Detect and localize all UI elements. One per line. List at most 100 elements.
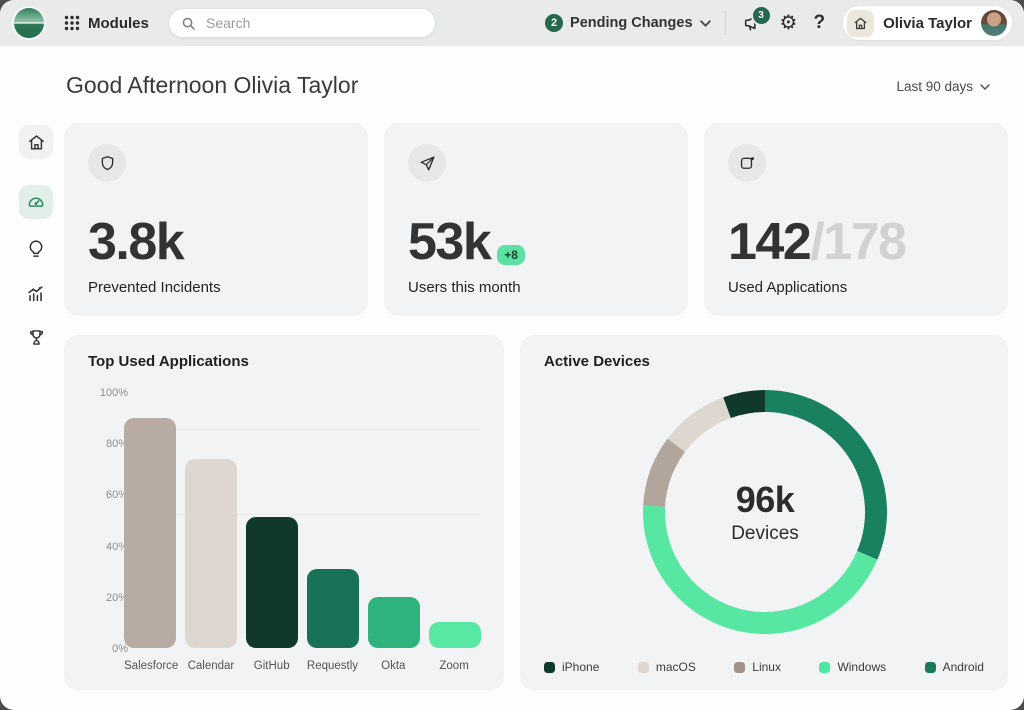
gear-icon: ⚙ — [780, 13, 798, 33]
chevron-down-icon — [700, 20, 711, 27]
bar-okta — [368, 597, 420, 648]
x-tick-label: Okta — [367, 660, 419, 672]
stat-card-used-applications: 142 /178 Used Applications — [704, 123, 1008, 316]
legend-swatch — [734, 662, 745, 673]
user-name: Olivia Taylor — [883, 15, 972, 32]
bar-chart: 0%20%40%60%80%100% — [88, 392, 480, 648]
home-chip-icon — [847, 10, 874, 37]
bar-column — [124, 418, 176, 648]
topbar-divider — [725, 11, 726, 35]
legend-item-linux: Linux — [734, 660, 781, 674]
modules-button[interactable]: Modules — [64, 15, 149, 32]
legend-swatch — [925, 662, 936, 673]
help-button[interactable]: ? — [813, 12, 825, 34]
topbar: Modules 2 Pending Changes — [0, 0, 1024, 46]
user-menu[interactable]: Olivia Taylor — [843, 6, 1012, 40]
sidebar-item-home[interactable] — [19, 125, 53, 159]
top-used-applications-panel: Top Used Applications 0%20%40%60%80%100%… — [64, 335, 504, 690]
legend-label: iPhone — [562, 660, 599, 674]
stat-label: Used Applications — [728, 279, 984, 296]
bar-column — [368, 597, 420, 648]
bar-requestly — [307, 569, 359, 648]
sidebar-item-analytics[interactable] — [21, 279, 51, 307]
donut-segment-iphone — [727, 401, 765, 408]
settings-button[interactable]: ⚙ — [780, 13, 798, 33]
bar-salesforce — [124, 418, 176, 648]
page-title: Good Afternoon Olivia Taylor — [66, 72, 358, 99]
donut-center: 96k Devices — [731, 479, 799, 545]
apps-icon — [728, 144, 766, 182]
legend-swatch — [638, 662, 649, 673]
search-icon — [181, 16, 196, 31]
announcements-button[interactable]: 3 — [742, 12, 764, 34]
donut-segment-linux — [654, 445, 676, 506]
donut-value: 96k — [731, 479, 799, 521]
bar-column — [246, 517, 298, 648]
bar-column — [185, 459, 237, 648]
pending-changes-label: Pending Changes — [570, 15, 692, 31]
pending-changes-dropdown[interactable]: 2 Pending Changes — [545, 14, 710, 32]
modules-label: Modules — [88, 15, 149, 32]
panel-title: Top Used Applications — [88, 353, 480, 370]
notification-count-badge: 3 — [751, 5, 772, 26]
x-tick-label: Zoom — [428, 660, 480, 672]
legend-item-android: Android — [925, 660, 984, 674]
x-tick-label: Requestly — [307, 660, 359, 672]
legend-label: Windows — [837, 660, 886, 674]
stat-label: Prevented Incidents — [88, 279, 344, 296]
x-tick-label: GitHub — [246, 660, 298, 672]
bar-xlabels: Salesforce Calendar GitHub Requestly Okta Zoo… — [124, 660, 480, 672]
stats-row: 3.8k Prevented Incidents 53k +8 Users th… — [64, 123, 1008, 316]
search-bar[interactable] — [168, 8, 436, 38]
shield-icon — [88, 144, 126, 182]
x-tick-label: Salesforce — [124, 660, 176, 672]
search-input[interactable] — [204, 14, 423, 32]
sidebar — [18, 125, 54, 351]
legend-label: macOS — [656, 660, 696, 674]
stat-value: 3.8k — [88, 216, 344, 268]
trophy-icon — [26, 327, 47, 348]
legend-swatch — [819, 662, 830, 673]
bar-calendar — [185, 459, 237, 648]
legend-label: Linux — [752, 660, 781, 674]
donut-legend: iPhone macOS Linux Windows Android — [544, 660, 984, 674]
sidebar-item-achievements[interactable] — [21, 323, 51, 351]
bar-plot — [124, 418, 481, 648]
legend-item-iphone: iPhone — [544, 660, 599, 674]
date-range-dropdown[interactable]: Last 90 days — [896, 79, 990, 94]
sidebar-item-ideas[interactable] — [21, 235, 51, 263]
send-icon — [408, 144, 446, 182]
legend-label: Android — [943, 660, 984, 674]
bottom-row: Top Used Applications 0%20%40%60%80%100%… — [64, 335, 1008, 690]
stat-card-users: 53k +8 Users this month — [384, 123, 688, 316]
grid-icon — [64, 15, 80, 31]
donut-segment-macos — [676, 408, 727, 445]
date-range-label: Last 90 days — [896, 79, 973, 94]
x-tick-label: Calendar — [185, 660, 237, 672]
legend-item-windows: Windows — [819, 660, 886, 674]
stat-delta-badge: +8 — [497, 245, 525, 265]
speedometer-icon — [26, 192, 46, 212]
stat-secondary-value: /178 — [810, 216, 905, 268]
stat-card-prevented-incidents: 3.8k Prevented Incidents — [64, 123, 368, 316]
brand-logo[interactable] — [14, 8, 44, 38]
pending-count-badge: 2 — [545, 14, 563, 32]
user-avatar — [981, 10, 1007, 36]
stat-value: 142 /178 — [728, 216, 984, 268]
chevron-down-icon — [980, 84, 990, 90]
bar-github — [246, 517, 298, 648]
active-devices-panel: Active Devices 96k Devices iPhonemacOSLi… — [520, 335, 1008, 690]
analytics-icon — [25, 282, 47, 304]
bar-zoom — [429, 622, 481, 648]
home-icon — [27, 133, 46, 152]
app-window: Modules 2 Pending Changes — [0, 0, 1024, 710]
donut-label: Devices — [731, 523, 799, 545]
stat-value: 53k +8 — [408, 216, 664, 268]
lightbulb-icon — [25, 238, 47, 260]
y-tick-label: 100% — [100, 387, 128, 399]
bar-column — [429, 622, 481, 648]
bar-column — [307, 569, 359, 648]
sidebar-item-dashboard[interactable] — [19, 185, 53, 219]
legend-swatch — [544, 662, 555, 673]
stat-label: Users this month — [408, 279, 664, 296]
